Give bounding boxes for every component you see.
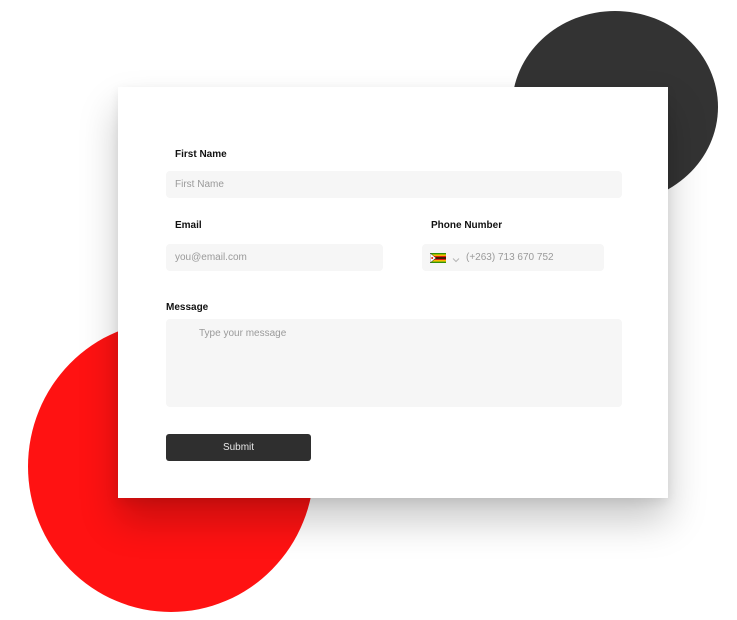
zimbabwe-flag-icon[interactable]: [429, 252, 446, 263]
phone-number-input[interactable]: (+263) 713 670 752: [422, 244, 604, 271]
message-textarea[interactable]: Type your message: [166, 319, 622, 407]
message-placeholder: Type your message: [199, 328, 287, 339]
phone-number-label: Phone Number: [431, 220, 503, 231]
first-name-input[interactable]: First Name: [166, 171, 622, 198]
chevron-down-icon[interactable]: [452, 255, 460, 262]
email-placeholder: you@email.com: [175, 252, 247, 263]
first-name-placeholder: First Name: [175, 179, 224, 190]
first-name-label: First Name: [175, 149, 227, 160]
email-input[interactable]: you@email.com: [166, 244, 383, 271]
phone-number-placeholder: (+263) 713 670 752: [466, 252, 554, 263]
contact-form-card: First Name First Name Email you@email.co…: [118, 87, 668, 498]
submit-button[interactable]: Submit: [166, 434, 311, 461]
submit-button-label: Submit: [222, 442, 255, 453]
message-label: Message: [166, 302, 209, 313]
email-label: Email: [175, 220, 202, 231]
